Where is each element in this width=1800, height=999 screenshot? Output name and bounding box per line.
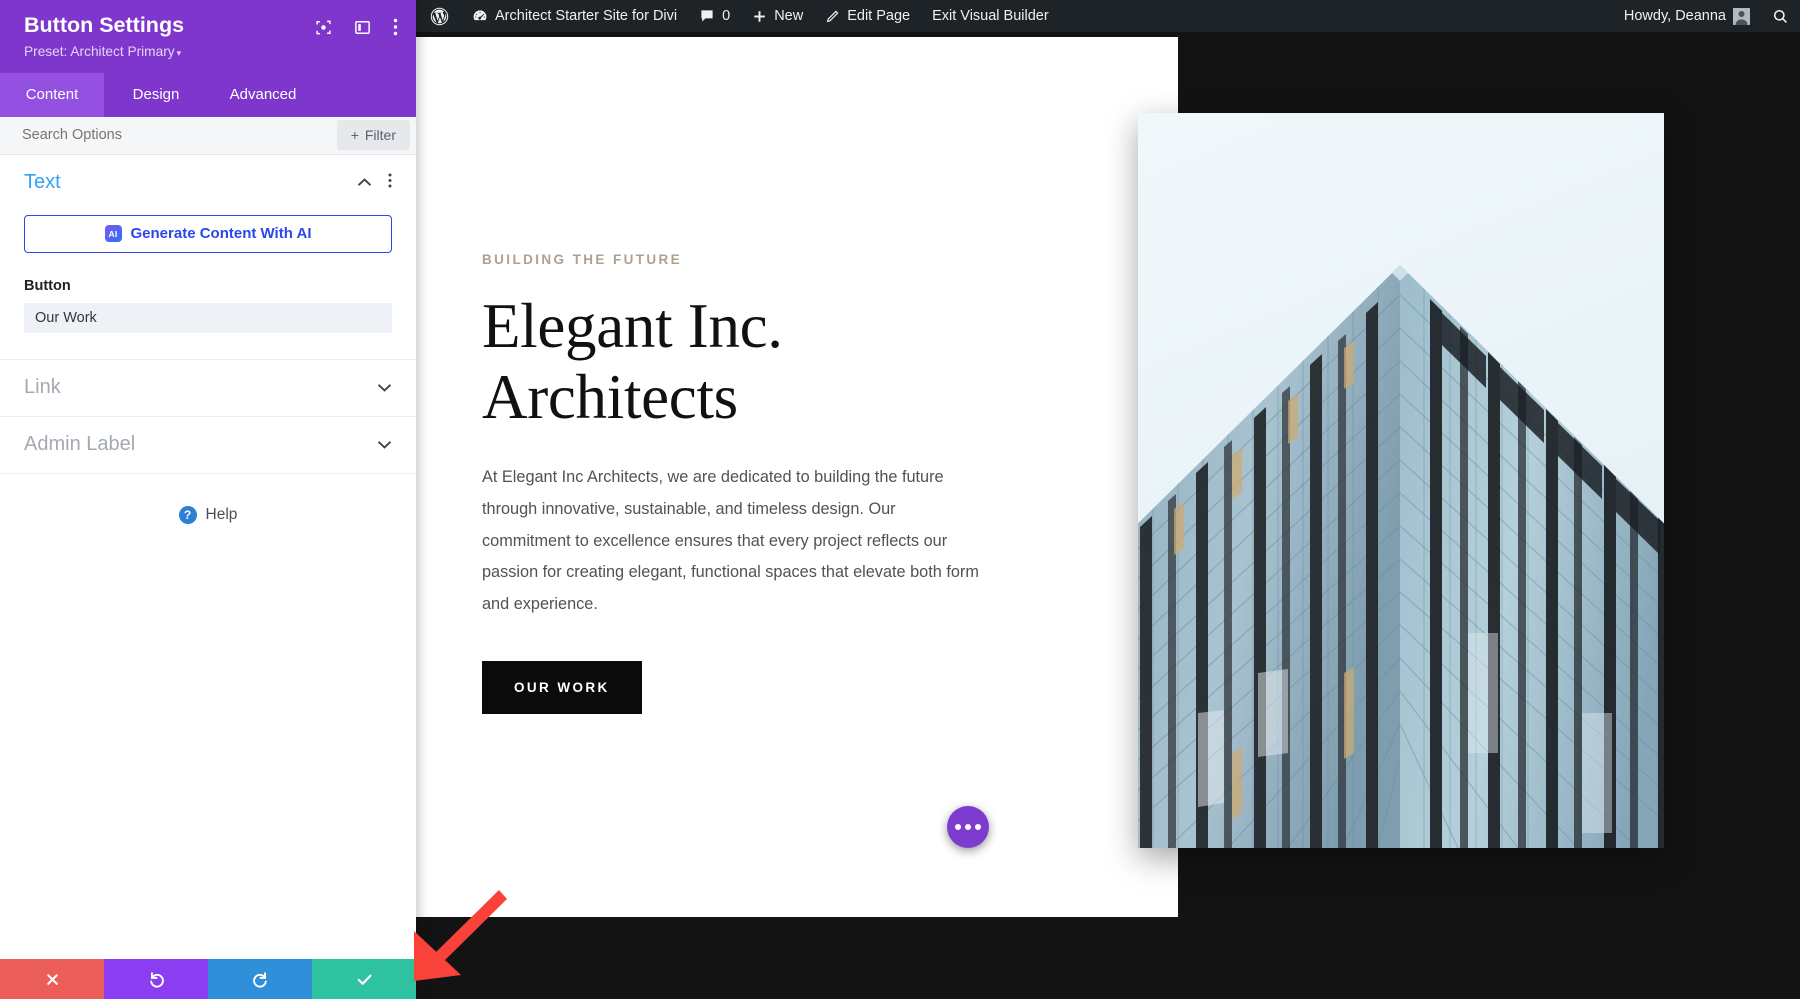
new-content-menu[interactable]: New bbox=[741, 0, 814, 32]
exit-visual-builder-link[interactable]: Exit Visual Builder bbox=[921, 0, 1060, 32]
generate-content-with-ai-button[interactable]: AI Generate Content With AI bbox=[24, 215, 392, 253]
comment-bubble-icon bbox=[699, 8, 715, 24]
admin-bar-search-button[interactable] bbox=[1761, 0, 1800, 32]
button-field-label: Button bbox=[24, 278, 392, 294]
chevron-up-icon[interactable] bbox=[357, 174, 372, 192]
panel-footer-actions bbox=[0, 959, 416, 999]
kebab-menu-icon[interactable] bbox=[393, 18, 398, 36]
filter-label: Filter bbox=[365, 127, 396, 143]
button-settings-panel: Button Settings Preset: Architect Primar… bbox=[0, 0, 416, 999]
new-label: New bbox=[774, 8, 803, 24]
generate-content-with-ai-label: Generate Content With AI bbox=[131, 225, 312, 242]
app-root: Architect Starter Site for Divi 0 New bbox=[0, 0, 1800, 999]
hero-body-text[interactable]: At Elegant Inc Architects, we are dedica… bbox=[482, 462, 982, 621]
panel-title: Button Settings bbox=[24, 13, 184, 38]
comments-menu[interactable]: 0 bbox=[688, 0, 741, 32]
panel-spacer bbox=[0, 524, 416, 959]
section-link-title: Link bbox=[24, 376, 61, 399]
page-settings-fab[interactable] bbox=[947, 806, 989, 848]
ai-badge-icon: AI bbox=[105, 225, 122, 242]
tab-content[interactable]: Content bbox=[0, 73, 104, 117]
chevron-down-icon[interactable] bbox=[377, 436, 392, 454]
tab-design[interactable]: Design bbox=[104, 73, 208, 117]
hero-eyebrow: BUILDING THE FUTURE bbox=[482, 252, 1042, 267]
page-sheet: BUILDING THE FUTURE Elegant Inc. Archite… bbox=[416, 37, 1178, 917]
howdy-label: Howdy, Deanna bbox=[1624, 8, 1726, 24]
chevron-down-icon: ▾ bbox=[177, 48, 182, 58]
account-menu[interactable]: Howdy, Deanna bbox=[1613, 0, 1761, 32]
help-link[interactable]: ? Help bbox=[0, 506, 416, 524]
hero-heading[interactable]: Elegant Inc. Architects bbox=[482, 291, 1042, 432]
site-name-label: Architect Starter Site for Divi bbox=[495, 8, 677, 24]
comment-count: 0 bbox=[722, 8, 730, 24]
section-admin-label-header[interactable]: Admin Label bbox=[24, 417, 392, 473]
fab-dot-2 bbox=[965, 824, 971, 830]
fab-dot-3 bbox=[975, 824, 981, 830]
search-input[interactable] bbox=[0, 127, 337, 143]
layout-columns-icon[interactable] bbox=[354, 19, 371, 36]
hero-cta-button[interactable]: OUR WORK bbox=[482, 661, 642, 714]
avatar bbox=[1733, 8, 1750, 25]
hero-text-block: BUILDING THE FUTURE Elegant Inc. Archite… bbox=[482, 252, 1042, 714]
admin-bar-right-group: Howdy, Deanna bbox=[1613, 0, 1800, 32]
chevron-down-icon[interactable] bbox=[377, 379, 392, 397]
exit-visual-builder-label: Exit Visual Builder bbox=[932, 8, 1049, 24]
plus-icon bbox=[752, 9, 767, 24]
cancel-button[interactable] bbox=[0, 959, 104, 999]
tab-advanced[interactable]: Advanced bbox=[208, 73, 318, 117]
section-admin-label: Admin Label bbox=[0, 417, 416, 474]
section-text-title: Text bbox=[24, 171, 61, 194]
section-kebab-menu-icon[interactable] bbox=[388, 173, 392, 193]
panel-tabs: Content Design Advanced bbox=[0, 73, 416, 117]
edit-page-link[interactable]: Edit Page bbox=[814, 0, 921, 32]
site-name-menu[interactable]: Architect Starter Site for Divi bbox=[461, 0, 688, 32]
panel-preset-selector[interactable]: Preset: Architect Primary▾ bbox=[24, 44, 184, 59]
filter-button[interactable]: + Filter bbox=[337, 120, 410, 150]
save-button[interactable] bbox=[312, 959, 416, 999]
undo-button[interactable] bbox=[104, 959, 208, 999]
panel-header-actions bbox=[315, 13, 398, 36]
plus-icon: + bbox=[351, 127, 359, 143]
section-admin-label-title: Admin Label bbox=[24, 433, 135, 456]
glass-office-tower-photo[interactable] bbox=[1138, 113, 1664, 848]
section-link: Link bbox=[0, 360, 416, 417]
redo-button[interactable] bbox=[208, 959, 312, 999]
pencil-icon bbox=[825, 9, 840, 24]
button-text-input[interactable] bbox=[24, 303, 392, 333]
section-link-header[interactable]: Link bbox=[24, 360, 392, 416]
help-question-icon: ? bbox=[179, 506, 197, 524]
wordpress-logo-menu[interactable] bbox=[418, 0, 461, 32]
panel-header: Button Settings Preset: Architect Primar… bbox=[0, 0, 416, 73]
panel-preset-label: Preset: Architect Primary bbox=[24, 44, 175, 59]
edit-page-label: Edit Page bbox=[847, 8, 910, 24]
wordpress-logo-icon bbox=[429, 6, 450, 27]
section-text-header[interactable]: Text bbox=[24, 155, 392, 211]
dashboard-speedometer-icon bbox=[472, 8, 488, 24]
admin-bar-left-group: Architect Starter Site for Divi 0 New bbox=[418, 0, 1060, 32]
search-options-row: + Filter bbox=[0, 117, 416, 155]
help-label: Help bbox=[206, 506, 238, 524]
focus-target-icon[interactable] bbox=[315, 19, 332, 36]
section-bottom-spacer bbox=[24, 333, 392, 359]
section-text: Text AI Generate Content With AI Button bbox=[0, 155, 416, 360]
visual-builder-canvas: BUILDING THE FUTURE Elegant Inc. Archite… bbox=[416, 32, 1800, 999]
fab-dot-1 bbox=[955, 824, 961, 830]
search-icon bbox=[1772, 8, 1789, 25]
